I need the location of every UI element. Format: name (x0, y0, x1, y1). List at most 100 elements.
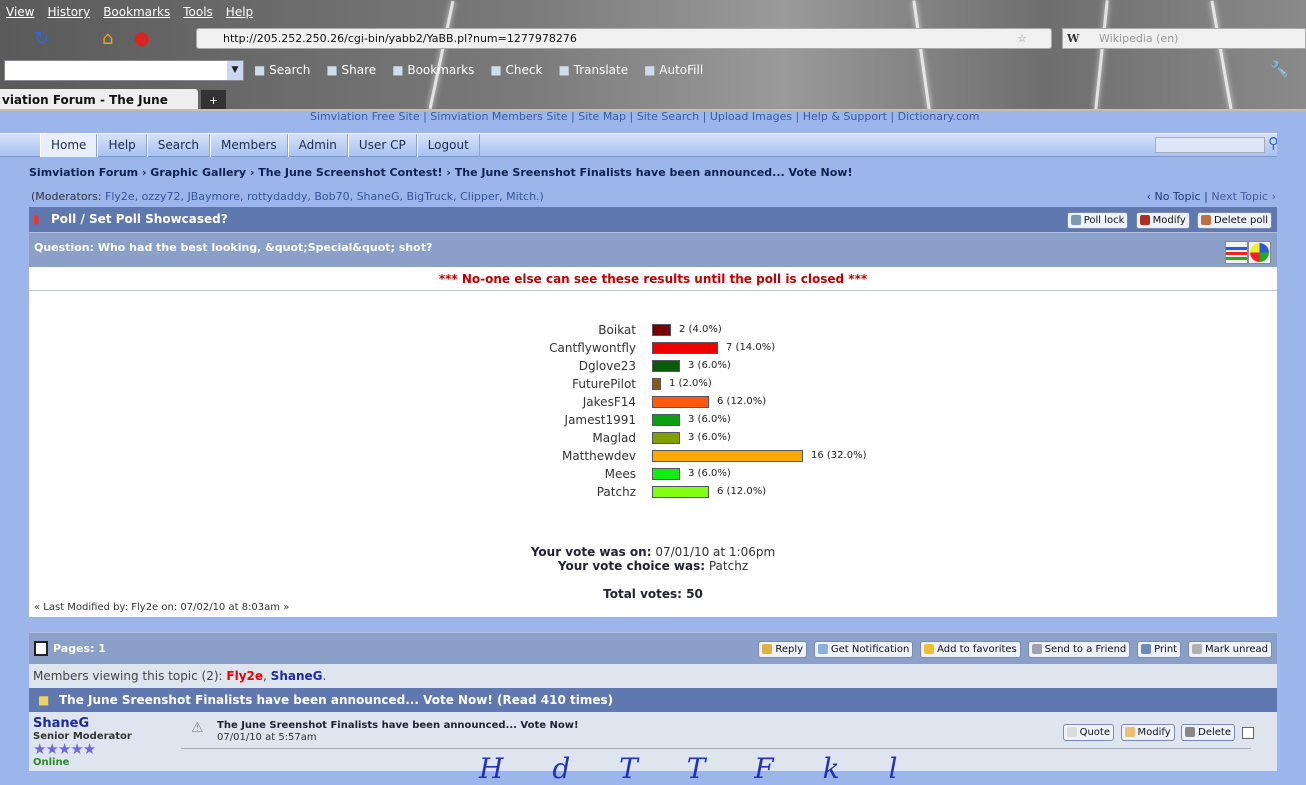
nav-admin[interactable]: Admin (287, 134, 348, 157)
site-links[interactable]: Simviation Free Site | Simviation Member… (310, 110, 979, 123)
reply-button[interactable]: Reply (758, 641, 808, 658)
home-icon[interactable]: ⌂ (102, 28, 113, 49)
menu-history[interactable]: History (47, 5, 90, 19)
poll-row: Mees 3 (6.0%) (29, 465, 1277, 483)
poll-value-label: 16 (32.0%) (811, 450, 867, 461)
nav-home[interactable]: Home (40, 134, 98, 157)
topic-icon: ■ (38, 693, 50, 707)
favorites-button[interactable]: Add to favorites (920, 641, 1021, 658)
poll-value-label: 3 (6.0%) (688, 468, 731, 479)
poll-bar (652, 396, 709, 408)
poll-option-label: Mees (604, 467, 636, 481)
menu-bar: View History Bookmarks Tools Help (6, 5, 253, 19)
post-title: The June Sreenshot Finalists have been a… (217, 720, 579, 731)
browser-tab[interactable]: viation Forum - The June Sreens... (0, 89, 198, 109)
page-margin (1277, 111, 1306, 771)
toolbar-search[interactable]: Search (254, 63, 310, 77)
toolbar-autofill[interactable]: AutoFill (644, 63, 703, 77)
poll-bar (652, 468, 680, 480)
post-date: 07/01/10 at 5:57am (217, 732, 317, 743)
topic-nav: ‹ No Topic | Next Topic › (1147, 190, 1276, 203)
menu-bookmarks[interactable]: Bookmarks (103, 5, 170, 19)
modify-poll-button[interactable]: Modify (1135, 212, 1190, 229)
nav-logout[interactable]: Logout (416, 134, 480, 157)
toolbar: Search Share Bookmarks Check Translate A… (254, 63, 703, 77)
moderators-label: (Moderators: (31, 190, 106, 203)
poll-option-label: Jamest1991 (564, 413, 636, 427)
poll-bar (652, 360, 680, 372)
new-tab-button[interactable]: + (200, 89, 227, 109)
nav-user-cp[interactable]: User CP (347, 134, 417, 157)
breadcrumb[interactable]: Simviation Forum › Graphic Gallery › The… (29, 166, 852, 179)
delete-post-button[interactable]: Delete (1181, 724, 1235, 741)
viewer-shaneg[interactable]: ShaneG (271, 669, 323, 683)
poll-bar (652, 450, 803, 462)
forum-nav: Home Help Search Members Admin User CP L… (0, 133, 1306, 157)
print-button[interactable]: Print (1137, 641, 1182, 658)
poll-bar (652, 414, 680, 426)
search-engine-box[interactable]: W Wikipedia (en) (1062, 28, 1306, 49)
poll-row: Matthewdev 16 (32.0%) (29, 447, 1277, 465)
vote-date-label: Your vote was on: (530, 545, 652, 559)
modify-post-button[interactable]: Modify (1120, 724, 1175, 741)
menu-view[interactable]: View (6, 5, 34, 19)
toolbar-translate[interactable]: Translate (558, 63, 629, 77)
nav-help[interactable]: Help (97, 134, 147, 157)
poll-option-label: Cantflywontfly (549, 341, 636, 355)
author-name[interactable]: ShaneG (33, 716, 132, 731)
poll-option-label: FuturePilot (572, 377, 636, 391)
poll-value-label: 6 (12.0%) (717, 486, 767, 497)
pages-label[interactable]: Pages: 1 (53, 642, 106, 655)
page-icon (34, 641, 48, 656)
address-bar[interactable]: http://205.252.250.26/cgi-bin/yabb2/YaBB… (196, 28, 1052, 49)
poll-value-label: 2 (4.0%) (679, 324, 722, 335)
poll-question-bar: Question: Who had the best looking, &quo… (29, 232, 1277, 267)
last-modified: « Last Modified by: Fly2e on: 07/02/10 a… (34, 602, 290, 613)
poll-option-label: Boikat (598, 323, 636, 337)
forum-search-input[interactable] (1155, 137, 1265, 153)
delete-poll-button[interactable]: Delete poll (1196, 212, 1272, 229)
reload-icon[interactable]: ↻ (34, 28, 49, 49)
bookmark-star-icon[interactable]: ☆ (1017, 29, 1027, 48)
wrench-icon[interactable]: 🔧 (1270, 60, 1289, 78)
menu-help[interactable]: Help (226, 5, 253, 19)
menu-tools[interactable]: Tools (183, 5, 213, 19)
wikipedia-icon: W (1067, 32, 1080, 45)
bar-view-icon[interactable] (1225, 241, 1248, 264)
chevron-down-icon[interactable]: ▼ (227, 61, 243, 80)
poll-bar (652, 486, 709, 498)
poll-option-label: Patchz (596, 485, 636, 499)
poll-bar (652, 432, 680, 444)
poll-value-label: 3 (6.0%) (688, 414, 731, 425)
moderator-links[interactable]: Fly2e, ozzy72, JBaymore, rottydaddy, Bob… (105, 190, 544, 203)
pages-bar: Pages: 1 Reply Get Notification Add to f… (29, 632, 1277, 664)
poll-row: Jamest1991 3 (6.0%) (29, 411, 1277, 429)
next-topic-link[interactable]: Next Topic › (1211, 190, 1276, 203)
prev-topic-link[interactable]: ‹ No Topic (1147, 190, 1201, 203)
poll-row: Patchz 6 (12.0%) (29, 483, 1277, 501)
toolbar-search-input[interactable]: ▼ (4, 60, 244, 81)
pie-view-icon[interactable] (1248, 241, 1271, 264)
notify-button[interactable]: Get Notification (813, 641, 914, 658)
nav-members[interactable]: Members (210, 134, 288, 157)
poll-value-label: 3 (6.0%) (688, 432, 731, 443)
mark-unread-button[interactable]: Mark unread (1187, 641, 1272, 658)
poll-title: Poll / Set Poll Showcased? (51, 212, 228, 226)
post-author: ShaneG Senior Moderator ★★★★★ Online (33, 716, 132, 768)
moderators: (Moderators: Fly2e, ozzy72, JBaymore, ro… (31, 190, 544, 203)
quote-button[interactable]: Quote (1062, 724, 1114, 741)
author-status: Online (33, 757, 70, 768)
addon-icon[interactable]: ● (134, 28, 150, 49)
toolbar-share[interactable]: Share (326, 63, 377, 77)
send-friend-button[interactable]: Send to a Friend (1027, 641, 1131, 658)
nav-search[interactable]: Search (146, 134, 211, 157)
total-votes: Total votes: 50 (603, 587, 703, 601)
toolbar-bookmarks[interactable]: Bookmarks (392, 63, 474, 77)
poll-lock-button[interactable]: Poll lock (1066, 212, 1129, 229)
select-post-checkbox[interactable] (1242, 727, 1254, 739)
poll-option-label: Matthewdev (561, 449, 636, 463)
toolbar-check[interactable]: Check (490, 63, 543, 77)
poll-warning: *** No-one else can see these results un… (29, 267, 1277, 291)
viewer-fly2e[interactable]: Fly2e (226, 669, 263, 683)
poll-option-label: JakesF14 (582, 395, 636, 409)
